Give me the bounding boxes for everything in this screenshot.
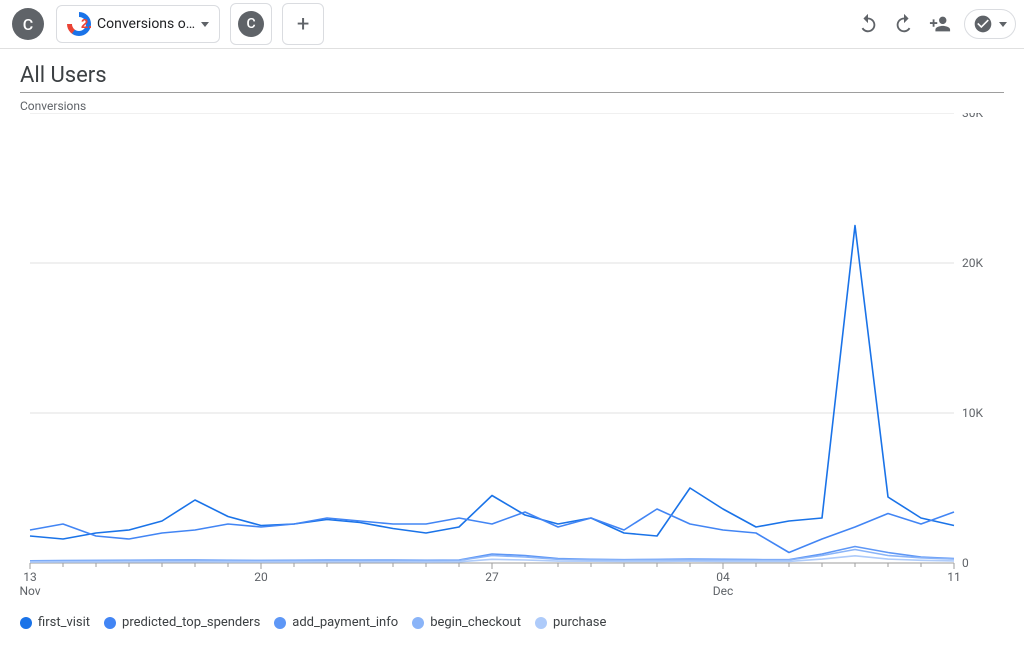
svg-text:04: 04 bbox=[716, 570, 730, 584]
status-dropdown[interactable] bbox=[964, 9, 1016, 39]
legend-item[interactable]: purchase bbox=[535, 615, 606, 630]
svg-text:0: 0 bbox=[962, 556, 969, 570]
legend-dot-icon bbox=[535, 617, 547, 629]
legend-label: predicted_top_spenders bbox=[122, 615, 260, 630]
legend-dot-icon bbox=[104, 617, 116, 629]
tab-conversions-active[interactable]: 2. Conversions o… bbox=[56, 5, 220, 43]
toolbar: C 2. Conversions o… C + bbox=[0, 0, 1024, 49]
svg-text:30K: 30K bbox=[962, 113, 983, 120]
svg-text:13: 13 bbox=[23, 570, 37, 584]
legend-item[interactable]: predicted_top_spenders bbox=[104, 615, 260, 630]
workspace-avatar-small: C bbox=[238, 11, 264, 37]
svg-text:Nov: Nov bbox=[20, 584, 41, 598]
undo-icon bbox=[857, 13, 879, 35]
legend-dot-icon bbox=[412, 617, 424, 629]
svg-text:27: 27 bbox=[485, 570, 499, 584]
chevron-down-icon[interactable] bbox=[201, 22, 209, 27]
add-tab-button[interactable]: + bbox=[282, 3, 324, 45]
legend-label: add_payment_info bbox=[292, 615, 398, 630]
chart: 0 10K 20K 30K 13Nov 20 27 04Dec 11 bbox=[20, 113, 1004, 603]
title-separator bbox=[20, 92, 1004, 93]
redo-icon bbox=[893, 13, 915, 35]
legend-item[interactable]: begin_checkout bbox=[412, 615, 521, 630]
legend-label: begin_checkout bbox=[430, 615, 521, 630]
svg-text:Dec: Dec bbox=[713, 584, 734, 598]
legend: first_visit predicted_top_spenders add_pay… bbox=[20, 615, 1004, 630]
y-axis-label: Conversions bbox=[20, 99, 1024, 113]
svg-text:11: 11 bbox=[947, 570, 961, 584]
svg-text:10K: 10K bbox=[962, 406, 983, 420]
legend-item[interactable]: add_payment_info bbox=[274, 615, 398, 630]
share-button[interactable] bbox=[922, 6, 958, 42]
chevron-down-icon bbox=[999, 22, 1007, 27]
check-circle-icon bbox=[973, 14, 993, 34]
legend-label: first_visit bbox=[38, 615, 90, 630]
workspace-avatar[interactable]: C bbox=[12, 8, 44, 40]
page-title: All Users bbox=[20, 63, 1024, 88]
legend-item[interactable]: first_visit bbox=[20, 615, 90, 630]
tab-inactive[interactable]: C bbox=[230, 3, 272, 45]
person-add-icon bbox=[929, 13, 951, 35]
redo-button[interactable] bbox=[886, 6, 922, 42]
chart-svg: 0 10K 20K 30K 13Nov 20 27 04Dec 11 bbox=[20, 113, 1004, 603]
svg-text:20K: 20K bbox=[962, 256, 983, 270]
legend-dot-icon bbox=[20, 617, 32, 629]
tab-label: Conversions o… bbox=[97, 16, 195, 32]
legend-dot-icon bbox=[274, 617, 286, 629]
legend-label: purchase bbox=[553, 615, 606, 630]
svg-text:20: 20 bbox=[254, 570, 268, 584]
annotation-step-badge: 2. bbox=[81, 16, 92, 31]
undo-button[interactable] bbox=[850, 6, 886, 42]
